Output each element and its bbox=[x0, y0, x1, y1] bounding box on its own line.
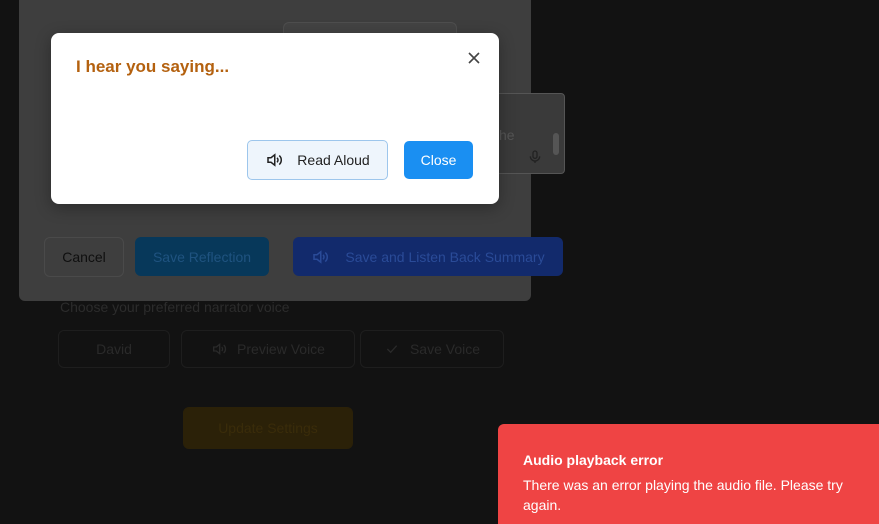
close-button[interactable]: Close bbox=[404, 141, 473, 179]
error-toast[interactable]: Audio playback error There was an error … bbox=[498, 424, 879, 524]
read-aloud-label: Read Aloud bbox=[297, 152, 370, 168]
check-icon bbox=[386, 345, 398, 354]
save-and-listen-label: Save and Listen Back Summary bbox=[345, 248, 545, 265]
voice-select-value: David bbox=[96, 341, 132, 357]
summary-modal: I hear you saying... Read Aloud Close bbox=[51, 33, 499, 204]
close-label: Close bbox=[420, 152, 457, 168]
speaker-icon bbox=[267, 153, 283, 167]
save-and-listen-button[interactable]: Save and Listen Back Summary bbox=[293, 237, 563, 276]
cancel-button[interactable]: Cancel bbox=[44, 237, 124, 277]
read-aloud-button[interactable]: Read Aloud bbox=[247, 140, 388, 180]
update-settings-label: Update Settings bbox=[218, 420, 318, 436]
microphone-icon[interactable] bbox=[527, 148, 543, 166]
textarea-text: he bbox=[499, 127, 515, 143]
voice-label: Choose your preferred narrator voice bbox=[60, 299, 290, 315]
save-reflection-button[interactable]: Save Reflection bbox=[135, 237, 269, 276]
voice-select[interactable]: David bbox=[58, 330, 170, 368]
textarea-scrollbar[interactable] bbox=[553, 133, 559, 155]
modal-title: I hear you saying... bbox=[76, 57, 230, 76]
cancel-label: Cancel bbox=[62, 249, 106, 265]
update-settings-button[interactable]: Update Settings bbox=[183, 407, 353, 449]
save-voice-label: Save Voice bbox=[409, 341, 481, 357]
close-icon[interactable] bbox=[467, 51, 481, 65]
preview-voice-button[interactable]: Preview Voice bbox=[181, 330, 355, 368]
speaker-icon bbox=[213, 342, 227, 356]
save-reflection-label: Save Reflection bbox=[152, 248, 252, 265]
save-voice-button[interactable]: Save Voice bbox=[360, 330, 504, 368]
toast-message: There was an error playing the audio fil… bbox=[523, 477, 843, 513]
preview-voice-label: Preview Voice bbox=[237, 341, 325, 357]
speaker-icon bbox=[313, 249, 329, 264]
toast-title: Audio playback error bbox=[523, 452, 664, 468]
